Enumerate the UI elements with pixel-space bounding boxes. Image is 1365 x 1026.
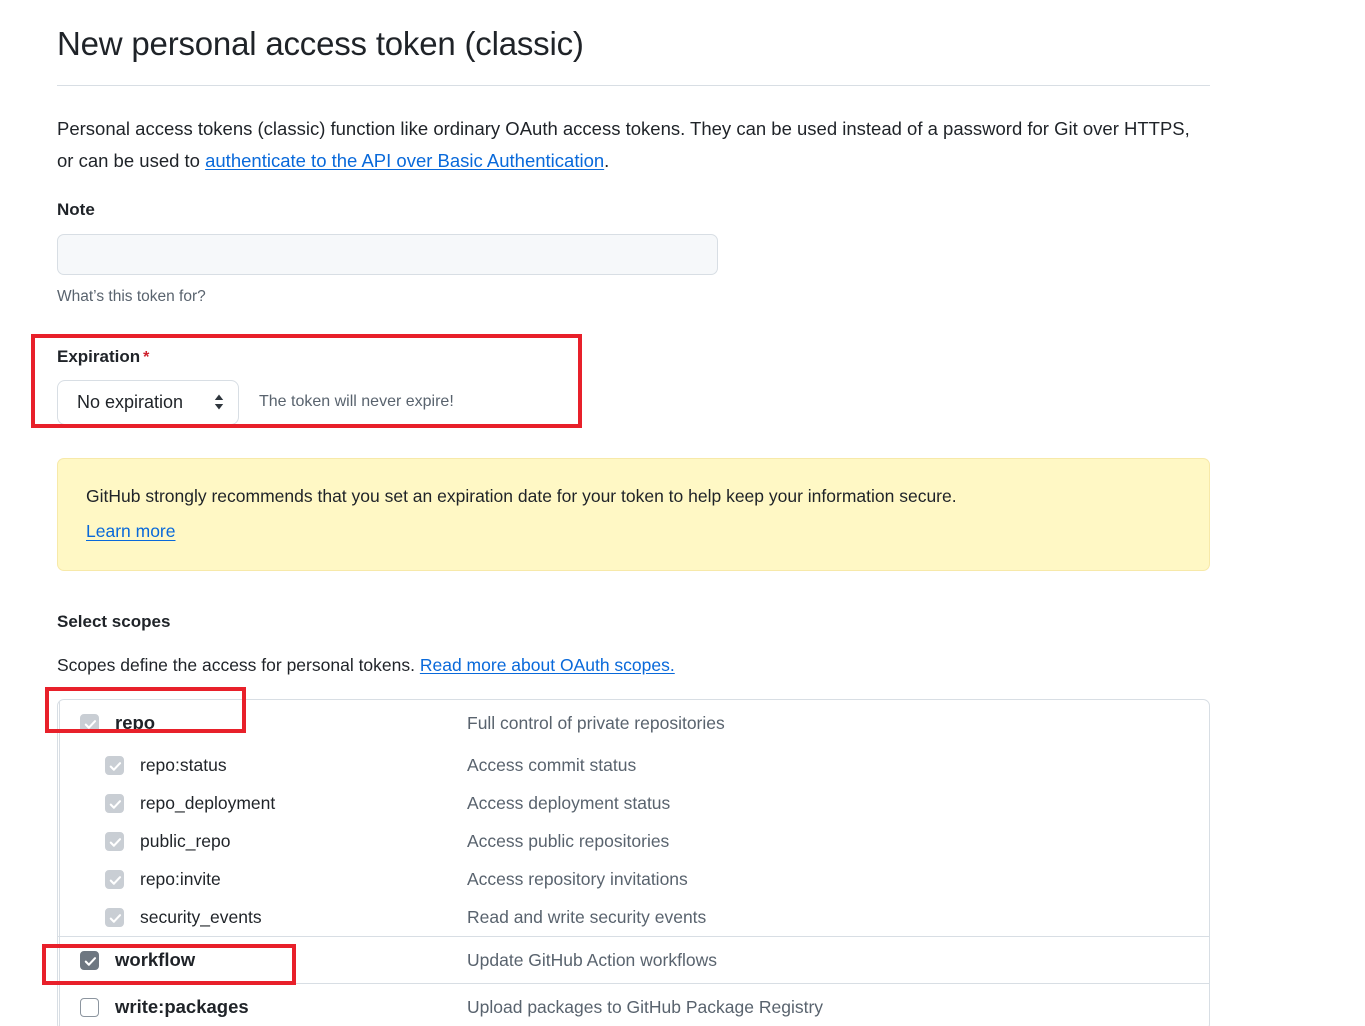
- learn-more-link[interactable]: Learn more: [86, 521, 176, 542]
- scope-checkbox-repo:status: [105, 756, 124, 775]
- scope-checkbox-repo_deployment: [105, 794, 124, 813]
- scope-group: write:packages Upload packages to GitHub …: [58, 983, 1209, 1026]
- note-field-group: Note What’s this token for?: [57, 177, 1210, 307]
- checkmark-icon: [109, 912, 122, 925]
- intro-paragraph: Personal access tokens (classic) functio…: [57, 86, 1197, 177]
- scope-row-child[interactable]: repo:invite Access repository invitations: [58, 860, 1209, 898]
- scope-description: Read and write security events: [467, 907, 706, 928]
- scope-row-child[interactable]: repo_deployment Access deployment status: [58, 784, 1209, 822]
- scope-row-parent[interactable]: workflow Update GitHub Action workflows: [58, 937, 1209, 983]
- scope-group: workflow Update GitHub Action workflows: [58, 936, 1209, 983]
- scope-checkbox-security_events: [105, 908, 124, 927]
- scope-list: repo Full control of private repositories…: [57, 699, 1210, 1026]
- checkmark-icon: [109, 760, 122, 773]
- scope-description: Access repository invitations: [467, 869, 688, 890]
- scope-row-parent[interactable]: repo Full control of private repositories: [58, 700, 1209, 746]
- note-hint: What’s this token for?: [57, 275, 1210, 307]
- warning-text: GitHub strongly recommends that you set …: [86, 484, 1181, 509]
- scope-description: Access public repositories: [467, 831, 669, 852]
- scope-description: Access commit status: [467, 755, 636, 776]
- select-scopes-description: Scopes define the access for personal to…: [57, 633, 1210, 677]
- scope-name: public_repo: [140, 831, 230, 852]
- scope-name: security_events: [140, 907, 262, 928]
- expiration-warning-banner: GitHub strongly recommends that you set …: [57, 458, 1210, 571]
- page-title: New personal access token (classic): [57, 0, 1210, 64]
- scope-checkbox-repo: [80, 714, 99, 733]
- scope-checkbox-workflow[interactable]: [80, 951, 99, 970]
- expiration-note: The token will never expire!: [259, 394, 454, 410]
- checkmark-icon: [109, 874, 122, 887]
- scope-row-child[interactable]: public_repo Access public repositories: [58, 822, 1209, 860]
- scope-description: Update GitHub Action workflows: [467, 950, 717, 971]
- intro-text-after: .: [604, 150, 609, 171]
- chevron-up-down-icon: [213, 393, 225, 411]
- scope-row-parent[interactable]: write:packages Upload packages to GitHub …: [58, 984, 1209, 1026]
- expiration-controls: No expiration The token will never expir…: [57, 380, 1210, 425]
- expiration-label: Expiration: [57, 347, 140, 366]
- page-content: New personal access token (classic) Pers…: [57, 0, 1210, 1026]
- scope-name: workflow: [115, 949, 195, 971]
- expiration-label-row: Expiration*: [57, 346, 1210, 368]
- scope-group: repo Full control of private repositories…: [58, 700, 1209, 936]
- oauth-scopes-link[interactable]: Read more about OAuth scopes.: [420, 655, 675, 675]
- personal-access-token-page: New personal access token (classic) Pers…: [0, 0, 1365, 1026]
- note-label: Note: [57, 200, 95, 219]
- note-input[interactable]: [57, 234, 718, 275]
- scope-name: write:packages: [115, 996, 249, 1018]
- scope-row-child[interactable]: repo:status Access commit status: [58, 746, 1209, 784]
- scope-row-child[interactable]: security_events Read and write security e…: [58, 898, 1209, 936]
- scope-checkbox-public_repo: [105, 832, 124, 851]
- checkmark-icon: [84, 718, 97, 731]
- scope-name: repo: [115, 712, 155, 734]
- scopes-description-text: Scopes define the access for personal to…: [57, 655, 420, 675]
- scope-name: repo:status: [140, 755, 227, 776]
- scope-description: Full control of private repositories: [467, 713, 725, 734]
- scope-name: repo_deployment: [140, 793, 275, 814]
- scope-checkbox-write:packages[interactable]: [80, 998, 99, 1017]
- expiration-select[interactable]: No expiration: [57, 380, 239, 425]
- checkmark-icon: [109, 798, 122, 811]
- expiration-field-group: Expiration* No expiration The token will…: [57, 338, 1210, 437]
- checkmark-icon: [109, 836, 122, 849]
- required-asterisk: *: [143, 349, 149, 366]
- scope-checkbox-repo:invite: [105, 870, 124, 889]
- scope-description: Access deployment status: [467, 793, 670, 814]
- scope-description: Upload packages to GitHub Package Regist…: [467, 997, 823, 1018]
- expiration-select-value: No expiration: [77, 393, 183, 411]
- basic-authentication-link[interactable]: authenticate to the API over Basic Authe…: [205, 150, 604, 171]
- select-scopes-heading: Select scopes: [57, 571, 1210, 633]
- checkmark-icon: [84, 955, 97, 968]
- scope-name: repo:invite: [140, 869, 221, 890]
